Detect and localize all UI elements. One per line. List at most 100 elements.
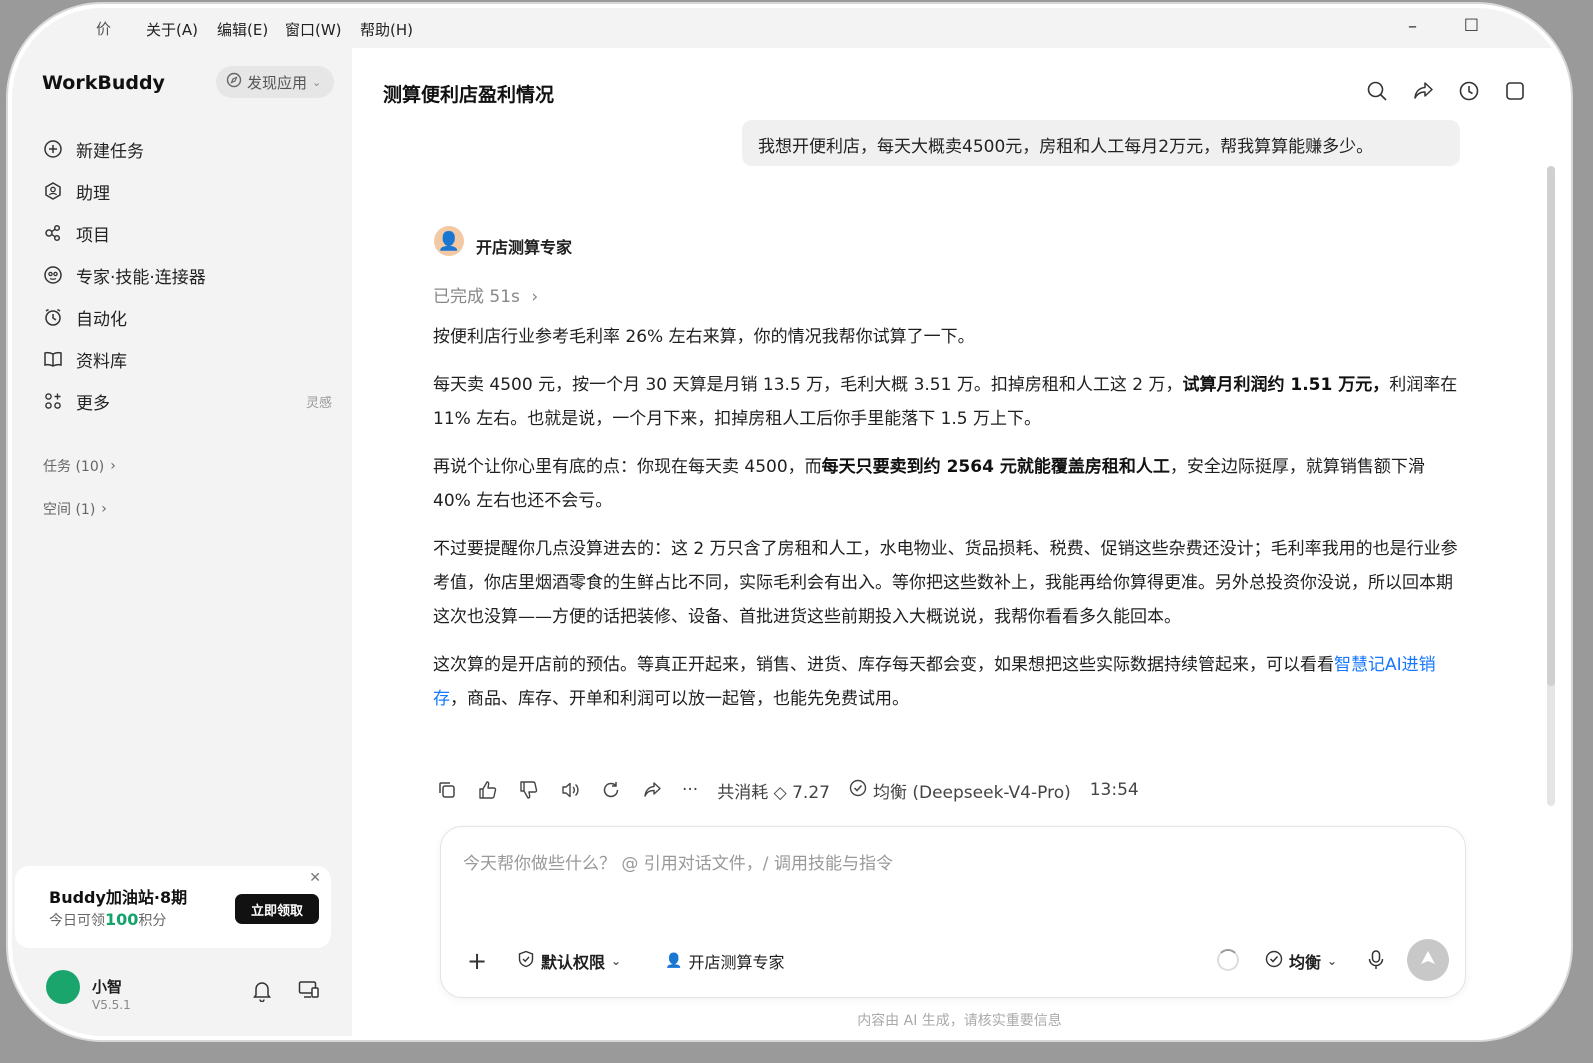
close-icon[interactable]: ✕ <box>309 870 321 886</box>
bell-icon[interactable] <box>252 980 272 1006</box>
chevron-right-icon: › <box>101 501 107 517</box>
scrollbar[interactable] <box>1547 166 1555 806</box>
user-message-bubble: 我想开便利店，每天大概卖4500元，房租和人工每月2万元，帮我算算能赚多少。 <box>742 120 1460 166</box>
answer-paragraph: 这次算的是开店前的预估。等真正开起来，销售、进货、库存每天都会变，如果想把这些实… <box>433 648 1463 716</box>
completion-status[interactable]: 已完成 51s › <box>433 282 538 307</box>
menu-edit[interactable]: 编辑(E) <box>217 19 268 40</box>
devices-icon[interactable] <box>298 980 320 1004</box>
panel-icon[interactable] <box>1502 78 1528 104</box>
chevron-down-icon: ⌄ <box>312 75 322 89</box>
message-time: 13:54 <box>1089 780 1139 800</box>
answer-paragraph: 再说个让你心里有底的点：你现在每天卖 4500，而每天只要卖到约 2564 元就… <box>433 450 1463 518</box>
sidebar: WorkBuddy 发现应用 ⌄ 新建任务 助理 项目 专家·技能·连接器 自动… <box>12 48 352 1036</box>
chevron-down-icon: ⌄ <box>611 954 622 968</box>
sidebar-item-new-task[interactable]: 新建任务 <box>42 132 332 166</box>
discover-apps-button[interactable]: 发现应用 ⌄ <box>216 66 334 98</box>
plus-circle-icon <box>42 138 64 160</box>
permission-label: 默认权限 <box>541 953 606 972</box>
send-button[interactable] <box>1407 939 1449 981</box>
thumbs-up-icon[interactable] <box>477 779 499 801</box>
expert-selector[interactable]: 👤 开店测算专家 <box>665 949 784 973</box>
promo-card: Buddy加油站·8期 今日可领100积分 立即领取 ✕ <box>15 866 331 948</box>
completion-label: 已完成 51s <box>433 287 520 307</box>
agent-name: 开店测算专家 <box>476 238 573 257</box>
app-window: 价 关于(A) 编辑(E) 窗口(W) 帮助(H) – □ WorkBuddy … <box>12 8 1567 1036</box>
shield-check-icon <box>517 950 535 972</box>
menu-window[interactable]: 窗口(W) <box>285 19 342 40</box>
answer-bold-text: 每天只要卖到约 2564 元就能覆盖房租和人工 <box>821 457 1170 477</box>
discover-label: 发现应用 <box>247 73 308 92</box>
speaker-icon[interactable] <box>559 779 581 801</box>
sidebar-item-more[interactable]: 更多 灵感 <box>42 384 332 418</box>
more-grid-icon <box>42 390 64 412</box>
chat-input-placeholder[interactable]: 今天帮你做些什么？ @ 引用对话文件，/ 调用技能与指令 <box>463 849 893 874</box>
message-actions: ··· 共消耗 ◇ 7.27 均衡 (Deepseek-V4-Pro) 13:5… <box>436 776 1139 804</box>
history-icon[interactable] <box>1456 78 1482 104</box>
answer-bold-text: 试算月利润约 1.51 万元， <box>1182 375 1390 395</box>
more-icon[interactable]: ··· <box>682 780 698 800</box>
app-menu-partial[interactable]: 价 <box>96 18 111 39</box>
regenerate-icon[interactable] <box>600 779 622 801</box>
tasks-section-link[interactable]: 任务 (10) › <box>43 456 116 476</box>
answer-paragraph: 不过要提醒你几点没算进去的：这 2 万只含了房租和人工，水电物业、货品损耗、税费… <box>433 539 1458 627</box>
arrow-up-icon <box>1419 949 1437 971</box>
assistant-answer: 按便利店行业参考毛利率 26% 左右来算，你的情况我帮你试算了一下。 每天卖 4… <box>433 320 1463 730</box>
promo-title: Buddy加油站·8期 <box>49 888 188 907</box>
agent-avatar-small: 👤 <box>665 953 683 969</box>
mode-label: 均衡 <box>1289 953 1322 972</box>
sidebar-item-assistant[interactable]: 助理 <box>42 174 332 208</box>
sidebar-item-library[interactable]: 资料库 <box>42 342 332 376</box>
check-badge-icon <box>1265 950 1283 972</box>
menu-help[interactable]: 帮助(H) <box>360 19 413 40</box>
promo-points-number: 100 <box>105 910 139 929</box>
maximize-button[interactable]: □ <box>1464 14 1479 33</box>
scrollbar-thumb[interactable] <box>1547 166 1555 686</box>
copy-icon[interactable] <box>436 779 458 801</box>
answer-text: 每天卖 4500 元，按一个月 30 天算是月销 13.5 万，毛利大概 3.5… <box>433 375 1183 395</box>
ai-disclaimer: 内容由 AI 生成，请核实重要信息 <box>857 1013 1062 1029</box>
sidebar-item-label: 新建任务 <box>76 141 144 162</box>
promo-subtitle: 今日可领100积分 <box>49 910 166 930</box>
menubar: 价 关于(A) 编辑(E) 窗口(W) 帮助(H) – □ <box>12 8 1567 48</box>
chevron-right-icon: › <box>531 287 539 307</box>
sidebar-item-label: 自动化 <box>76 309 127 330</box>
mode-selector[interactable]: 均衡 ⌄ <box>1265 949 1337 973</box>
brand-name: WorkBuddy <box>42 72 165 94</box>
model-info: 均衡 (Deepseek-V4-Pro) <box>849 778 1071 803</box>
assistant-icon <box>42 180 64 202</box>
answer-text: 再说个让你心里有底的点：你现在每天卖 4500，而 <box>433 457 822 477</box>
chat-composer[interactable]: 今天帮你做些什么？ @ 引用对话文件，/ 调用技能与指令 + 默认权限 ⌄ 👤 … <box>440 826 1466 998</box>
sidebar-item-automation[interactable]: 自动化 <box>42 300 332 334</box>
thumbs-down-icon[interactable] <box>518 779 540 801</box>
user-name: 小智 <box>92 978 123 996</box>
permission-selector[interactable]: 默认权限 ⌄ <box>517 949 621 973</box>
share-icon[interactable] <box>641 779 663 801</box>
sidebar-item-label: 专家·技能·连接器 <box>76 267 206 288</box>
minimize-button[interactable]: – <box>1408 16 1417 37</box>
agent-avatar: 👤 <box>434 226 464 256</box>
search-icon[interactable] <box>1364 78 1390 104</box>
sidebar-item-experts[interactable]: 专家·技能·连接器 <box>42 258 332 292</box>
tasks-label: 任务 (10) <box>43 459 105 475</box>
loading-spinner-icon <box>1217 949 1239 971</box>
share-icon[interactable] <box>1410 78 1436 104</box>
sidebar-item-projects[interactable]: 项目 <box>42 216 332 250</box>
expert-icon <box>42 264 64 286</box>
add-attachment-button[interactable]: + <box>467 947 487 975</box>
microphone-icon[interactable] <box>1367 949 1385 975</box>
token-cost: 共消耗 ◇ 7.27 <box>717 782 830 803</box>
chevron-right-icon: › <box>110 458 116 474</box>
project-icon <box>42 222 64 244</box>
inspiration-hint[interactable]: 灵感 <box>306 392 332 411</box>
answer-paragraph: 按便利店行业参考毛利率 26% 左右来算，你的情况我帮你试算了一下。 <box>433 327 975 347</box>
sidebar-item-label: 助理 <box>76 183 110 204</box>
spaces-label: 空间 (1) <box>43 502 96 518</box>
automation-icon <box>42 306 64 328</box>
spaces-section-link[interactable]: 空间 (1) › <box>43 499 107 519</box>
check-badge-icon <box>849 779 867 802</box>
chevron-down-icon: ⌄ <box>1327 954 1338 968</box>
avatar[interactable] <box>46 970 80 1004</box>
menu-about[interactable]: 关于(A) <box>146 19 198 40</box>
claim-button[interactable]: 立即领取 <box>235 894 319 924</box>
answer-paragraph: 每天卖 4500 元，按一个月 30 天算是月销 13.5 万，毛利大概 3.5… <box>433 368 1463 436</box>
